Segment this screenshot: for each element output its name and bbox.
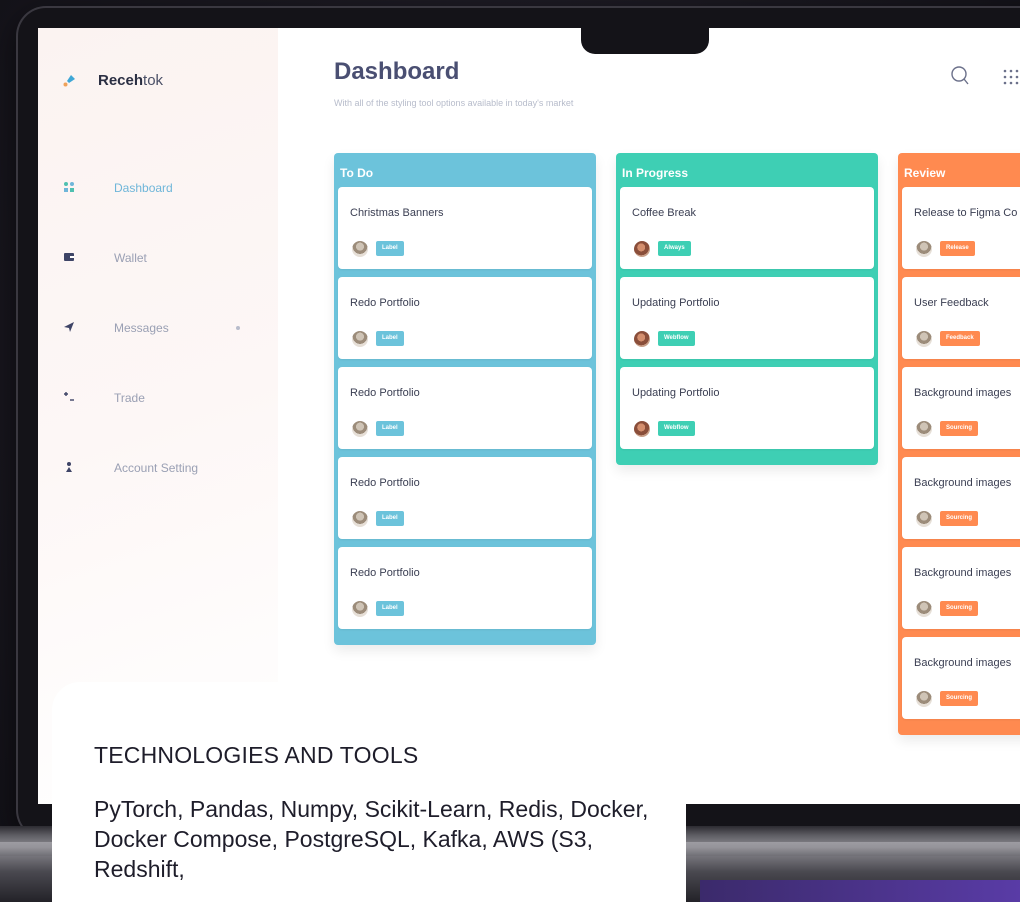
- background-accent: [700, 880, 1020, 902]
- task-title: Background images: [914, 657, 1012, 669]
- technologies-card: TECHNOLOGIES AND TOOLS PyTorch, Pandas, …: [52, 682, 686, 902]
- task-title: Updating Portfolio: [632, 387, 720, 399]
- sidebar-item-label: Wallet: [114, 251, 147, 265]
- task-title: Coffee Break: [632, 207, 697, 219]
- sidebar-item-messages[interactable]: Messages: [62, 318, 282, 338]
- task-card[interactable]: Background images Sourcing: [902, 367, 1020, 449]
- sidebar-nav: Dashboard Wallet Messages Trade Account …: [62, 178, 282, 528]
- task-title: Background images: [914, 567, 1012, 579]
- card-list: Christmas Banners Label Redo Portfolio Labe…: [334, 185, 596, 645]
- camera-notch: [581, 8, 709, 54]
- column-title: Review: [904, 166, 946, 180]
- task-title: Background images: [914, 387, 1012, 399]
- task-title: User Feedback: [914, 297, 989, 309]
- sidebar-item-dashboard[interactable]: Dashboard: [62, 178, 282, 198]
- task-card[interactable]: Background images Sourcing: [902, 457, 1020, 539]
- sidebar-item-label: Messages: [114, 321, 169, 335]
- task-card[interactable]: Christmas Banners Label: [338, 187, 592, 269]
- avatar: [916, 241, 932, 257]
- avatar: [916, 511, 932, 527]
- avatar: [634, 421, 650, 437]
- task-card[interactable]: Redo Portfolio Label: [338, 457, 592, 539]
- task-tag[interactable]: Label: [376, 511, 404, 526]
- column-title: In Progress: [622, 166, 689, 180]
- brand-name-bold: Receh: [98, 72, 144, 89]
- task-card[interactable]: Background images Sourcing: [902, 637, 1020, 719]
- search-icon[interactable]: [950, 64, 970, 88]
- avatar: [916, 421, 932, 437]
- task-tag[interactable]: Label: [376, 241, 404, 256]
- technologies-list: PyTorch, Pandas, Numpy, Scikit-Learn, Re…: [94, 796, 649, 882]
- sidebar-item-label: Account Setting: [114, 461, 199, 475]
- avatar: [352, 241, 368, 257]
- task-tag[interactable]: Label: [376, 331, 404, 346]
- sidebar-item-wallet[interactable]: Wallet: [62, 248, 282, 268]
- avatar: [352, 601, 368, 617]
- notification-dot: [236, 326, 240, 330]
- avatar: [916, 691, 932, 707]
- column-title: To Do: [340, 166, 374, 180]
- sidebar-item-account-setting[interactable]: Account Setting: [62, 458, 282, 478]
- task-card[interactable]: Redo Portfolio Label: [338, 277, 592, 359]
- avatar: [916, 601, 932, 617]
- sidebar-item-label: Trade: [114, 391, 145, 405]
- task-card[interactable]: Updating Portfolio Webflow: [620, 277, 874, 359]
- task-title: Updating Portfolio: [632, 297, 720, 309]
- task-title: Christmas Banners: [350, 207, 444, 219]
- page-subtitle: With all of the styling tool options ava…: [334, 98, 574, 108]
- task-tag[interactable]: Webflow: [658, 331, 695, 346]
- sidebar-item-label: Dashboard: [114, 181, 173, 195]
- task-title: Release to Figma Co: [914, 207, 1018, 219]
- wallet-icon: [62, 251, 76, 266]
- task-card[interactable]: Updating Portfolio Webflow: [620, 367, 874, 449]
- brand[interactable]: Recehtok: [62, 72, 163, 89]
- brand-name-rest: tok: [143, 72, 164, 89]
- task-card[interactable]: Background images Sourcing: [902, 547, 1020, 629]
- task-tag[interactable]: Sourcing: [940, 601, 979, 616]
- task-tag[interactable]: Sourcing: [940, 511, 979, 526]
- task-tag[interactable]: Always: [658, 241, 691, 256]
- task-tag[interactable]: Feedback: [940, 331, 980, 346]
- task-title: Redo Portfolio: [350, 567, 420, 579]
- avatar: [916, 331, 932, 347]
- avatar: [634, 241, 650, 257]
- send-icon: [62, 321, 76, 336]
- task-title: Redo Portfolio: [350, 297, 420, 309]
- task-tag[interactable]: Sourcing: [940, 421, 979, 436]
- task-title: Redo Portfolio: [350, 387, 420, 399]
- avatar: [352, 511, 368, 527]
- task-card[interactable]: Coffee Break Always: [620, 187, 874, 269]
- task-tag[interactable]: Label: [376, 601, 404, 616]
- column-review: Review Release to Figma Co Release User Fee…: [898, 153, 1020, 735]
- apps-grid-icon[interactable]: [1002, 68, 1020, 86]
- avatar: [352, 421, 368, 437]
- brush-icon: [62, 74, 76, 88]
- stage: Recehtok Dashboard Wallet Messages Trade…: [0, 0, 1020, 902]
- avatar: [634, 331, 650, 347]
- column-in-progress: In Progress Coffee Break Always Updating Po…: [616, 153, 878, 465]
- card-list: Release to Figma Co Release User Feedback F…: [898, 185, 1020, 735]
- brand-name: Recehtok: [98, 72, 163, 89]
- task-title: Redo Portfolio: [350, 477, 420, 489]
- technologies-heading: TECHNOLOGIES AND TOOLS: [94, 742, 419, 768]
- page-title: Dashboard: [334, 58, 460, 85]
- task-title: Background images: [914, 477, 1012, 489]
- task-card[interactable]: Redo Portfolio Label: [338, 367, 592, 449]
- avatar: [352, 331, 368, 347]
- sidebar-item-trade[interactable]: Trade: [62, 388, 282, 408]
- card-list: Coffee Break Always Updating Portfolio Webf…: [616, 185, 878, 465]
- task-card[interactable]: Release to Figma Co Release: [902, 187, 1020, 269]
- task-tag[interactable]: Sourcing: [940, 691, 979, 706]
- column-todo: To Do Christmas Banners Label Redo Portfoli…: [334, 153, 596, 645]
- task-tag[interactable]: Label: [376, 421, 404, 436]
- task-card[interactable]: Redo Portfolio Label: [338, 547, 592, 629]
- task-tag[interactable]: Release: [940, 241, 975, 256]
- dashboard-icon: [62, 181, 76, 196]
- task-card[interactable]: User Feedback Feedback: [902, 277, 1020, 359]
- task-tag[interactable]: Webflow: [658, 421, 695, 436]
- trade-icon: [62, 391, 76, 406]
- user-icon: [62, 461, 76, 476]
